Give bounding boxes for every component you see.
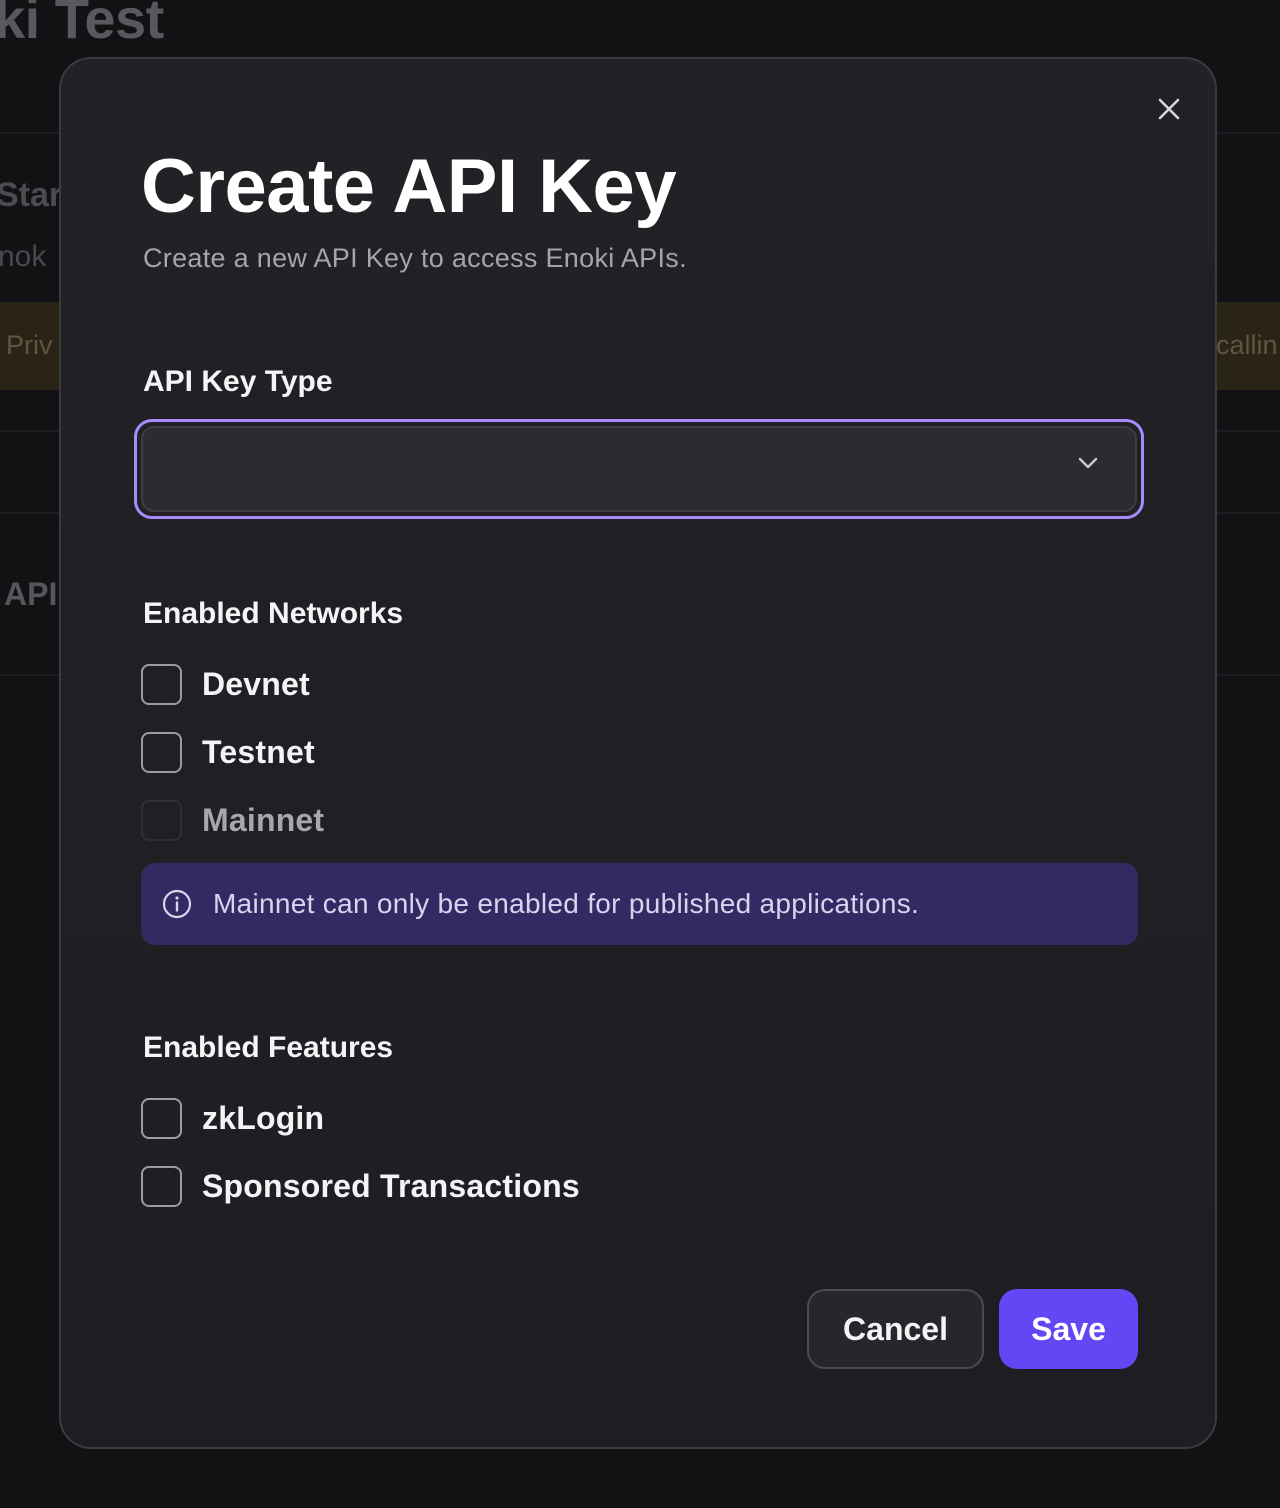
background-warning-text-left: Priv (6, 330, 53, 360)
sponsored-transactions-checkbox[interactable] (141, 1165, 182, 1207)
background-start-heading: Star (0, 176, 63, 214)
enabled-networks-label: Enabled Networks (143, 597, 404, 630)
feature-option-zklogin[interactable]: zkLogin (141, 1097, 324, 1139)
create-api-key-dialog: Create API Key Create a new API Key to a… (59, 57, 1217, 1449)
info-icon (162, 889, 192, 919)
zklogin-checkbox[interactable] (141, 1097, 182, 1139)
testnet-label: Testnet (202, 733, 315, 770)
network-option-mainnet: Mainnet (141, 799, 324, 841)
testnet-checkbox[interactable] (141, 731, 182, 773)
background-warning-text-right: callin (1216, 330, 1278, 360)
dialog-subtitle: Create a new API Key to access Enoki API… (143, 243, 687, 273)
enabled-features-label: Enabled Features (143, 1031, 394, 1064)
api-key-type-focus-ring (134, 419, 1144, 519)
save-button[interactable]: Save (999, 1289, 1138, 1369)
zklogin-label: zkLogin (202, 1099, 325, 1136)
mainnet-info-text: Mainnet can only be enabled for publishe… (213, 888, 920, 919)
background-api-heading: API (4, 576, 58, 612)
network-option-testnet[interactable]: Testnet (141, 731, 315, 773)
close-icon (1158, 98, 1180, 120)
network-option-devnet[interactable]: Devnet (141, 663, 310, 705)
feature-option-sponsored-transactions[interactable]: Sponsored Transactions (141, 1165, 580, 1207)
api-key-type-select[interactable] (141, 426, 1137, 512)
dialog-title: Create API Key (141, 144, 677, 229)
mainnet-info-banner: Mainnet can only be enabled for publishe… (141, 863, 1138, 945)
close-button[interactable] (1153, 93, 1185, 125)
cancel-button[interactable]: Cancel (807, 1289, 984, 1369)
mainnet-checkbox (141, 799, 182, 841)
sponsored-transactions-label: Sponsored Transactions (202, 1167, 580, 1204)
devnet-label: Devnet (202, 665, 310, 702)
chevron-down-icon (1078, 457, 1098, 469)
background-page-title: ki Test (0, 0, 164, 50)
mainnet-label: Mainnet (202, 801, 325, 838)
background-start-text: nok (0, 240, 47, 273)
api-key-type-label: API Key Type (143, 365, 333, 398)
devnet-checkbox[interactable] (141, 663, 182, 705)
